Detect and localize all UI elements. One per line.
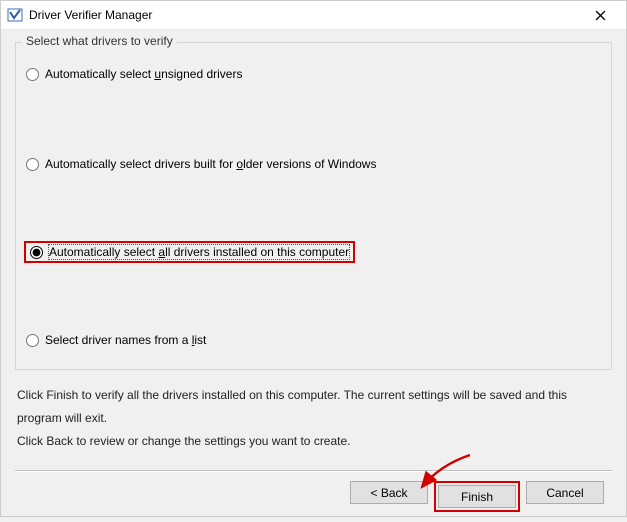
content-area: Select what drivers to verify Automatica… bbox=[1, 30, 626, 522]
radio-option-older-windows[interactable]: Automatically select drivers built for o… bbox=[24, 155, 378, 173]
radio-unsigned[interactable] bbox=[26, 68, 39, 81]
finish-button[interactable]: Finish bbox=[438, 485, 516, 508]
window-title: Driver Verifier Manager bbox=[29, 8, 580, 22]
radio-option-all-drivers[interactable]: Automatically select all drivers install… bbox=[24, 241, 355, 263]
radio-unsigned-label[interactable]: Automatically select unsigned drivers bbox=[45, 67, 242, 81]
radio-older-label[interactable]: Automatically select drivers built for o… bbox=[45, 157, 376, 171]
driver-select-group: Select what drivers to verify Automatica… bbox=[15, 42, 612, 370]
cancel-button[interactable]: Cancel bbox=[526, 481, 604, 504]
radio-all[interactable] bbox=[30, 246, 43, 259]
description-text: Click Finish to verify all the drivers i… bbox=[15, 384, 612, 452]
radio-option-unsigned[interactable]: Automatically select unsigned drivers bbox=[24, 65, 244, 83]
group-legend: Select what drivers to verify bbox=[22, 34, 177, 48]
radio-all-label[interactable]: Automatically select all drivers install… bbox=[49, 245, 349, 259]
window-root: Driver Verifier Manager Select what driv… bbox=[0, 0, 627, 517]
close-button[interactable] bbox=[580, 1, 620, 29]
app-icon bbox=[7, 7, 23, 23]
finish-highlight: Finish bbox=[434, 481, 520, 512]
radio-older[interactable] bbox=[26, 158, 39, 171]
button-row: < Back Finish Cancel bbox=[15, 471, 612, 522]
radio-option-from-list[interactable]: Select driver names from a list bbox=[24, 331, 208, 349]
close-icon bbox=[595, 10, 606, 21]
titlebar: Driver Verifier Manager bbox=[1, 1, 626, 30]
description-line1: Click Finish to verify all the drivers i… bbox=[17, 384, 610, 430]
back-button[interactable]: < Back bbox=[350, 481, 428, 504]
radio-list[interactable] bbox=[26, 334, 39, 347]
radio-list-label[interactable]: Select driver names from a list bbox=[45, 333, 206, 347]
description-line2: Click Back to review or change the setti… bbox=[17, 430, 610, 453]
